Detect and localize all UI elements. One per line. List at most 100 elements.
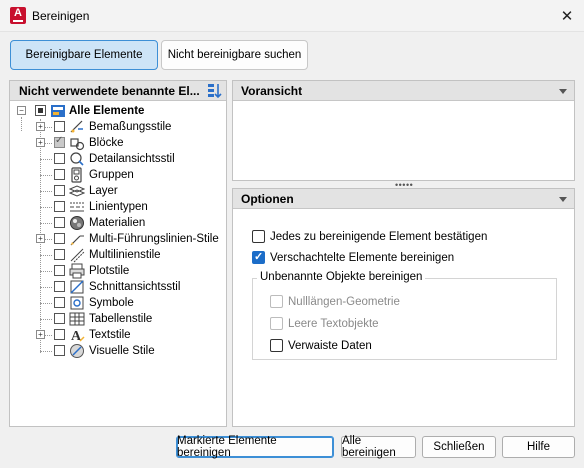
tree-item-label: Visuelle Stile: [89, 345, 155, 357]
tab-find-non-purgeable-label: Nicht bereinigbare suchen: [167, 49, 302, 61]
tree-item[interactable]: Tabellenstile: [10, 311, 226, 327]
zero-length-option: Nulllängen-Geometrie: [270, 295, 400, 308]
tab-find-non-purgeable[interactable]: Nicht bereinigbare suchen: [161, 40, 308, 70]
tree-item[interactable]: Symbole: [10, 295, 226, 311]
options-panel-header[interactable]: Optionen: [233, 189, 574, 209]
tree-item-checkbox[interactable]: [54, 121, 65, 132]
tree-root-checkbox[interactable]: [35, 105, 46, 116]
tree-item-checkbox[interactable]: [54, 233, 65, 244]
tree-item[interactable]: + Blöcke: [10, 135, 226, 151]
nested-items-option[interactable]: Verschachtelte Elemente bereinigen: [252, 250, 455, 264]
nested-items-checkbox[interactable]: [252, 250, 265, 264]
tab-purgeable-items-label: Bereinigbare Elemente: [25, 49, 143, 61]
tree-item-label: Textstile: [89, 329, 131, 341]
preview-panel: Voransicht: [232, 80, 575, 181]
orphaned-data-label: Verwaiste Daten: [288, 339, 372, 352]
close-button[interactable]: Schließen: [422, 436, 496, 458]
section-view-style-icon: [69, 279, 85, 295]
tree-item[interactable]: Materialien: [10, 215, 226, 231]
close-window-button[interactable]: ✕: [550, 0, 584, 32]
nested-items-label: Verschachtelte Elemente bereinigen: [270, 251, 455, 264]
tab-purgeable-items[interactable]: Bereinigbare Elemente: [10, 40, 158, 70]
preview-panel-title: Voransicht: [241, 84, 303, 98]
tree-item-label: Materialien: [89, 217, 146, 229]
help-button[interactable]: Hilfe: [502, 436, 575, 458]
tree-item[interactable]: Layer: [10, 183, 226, 199]
tree-root[interactable]: − Alle Elemente: [10, 103, 226, 119]
tree-item-label: Bemaßungsstile: [89, 121, 172, 133]
expand-icon[interactable]: +: [36, 330, 45, 339]
tree-item-label: Multilinienstile: [89, 249, 161, 261]
zero-length-label: Nulllängen-Geometrie: [288, 295, 400, 308]
sort-icon[interactable]: [207, 83, 223, 99]
block-icon: [69, 135, 85, 151]
tree-item[interactable]: + Bemaßungsstile: [10, 119, 226, 135]
tree-item-label: Symbole: [89, 297, 134, 309]
chevron-down-icon: [559, 197, 567, 202]
tree-item[interactable]: Multilinienstile: [10, 247, 226, 263]
tree-item-checkbox[interactable]: [54, 249, 65, 260]
unnamed-objects-group-title: Unbenannte Objekte bereinigen: [257, 271, 426, 283]
tree-item-label: Linientypen: [89, 201, 148, 213]
detail-view-style-icon: [69, 151, 85, 167]
purge-checked-label: Markierte Elemente bereinigen: [177, 435, 277, 459]
collapse-icon[interactable]: −: [17, 106, 26, 115]
plot-style-icon: [69, 263, 85, 279]
tree-item[interactable]: Detailansichtsstil: [10, 151, 226, 167]
purge-all-button[interactable]: Alle bereinigen: [341, 435, 416, 459]
confirm-each-label: Jedes zu bereinigende Element bestätigen: [270, 230, 488, 243]
expand-icon[interactable]: +: [36, 138, 45, 147]
tree-item-label: Multi-Führungslinien-Stile: [89, 233, 219, 245]
tree-item[interactable]: Linientypen: [10, 199, 226, 215]
tree-item-checkbox[interactable]: [54, 281, 65, 292]
tree-item-checkbox[interactable]: [54, 313, 65, 324]
visual-style-icon: [69, 343, 85, 359]
linetype-icon: [69, 199, 85, 215]
tree-item-checkbox[interactable]: [54, 217, 65, 228]
all-items-icon: [50, 103, 66, 119]
tree-item-checkbox[interactable]: [54, 153, 65, 164]
named-items-panel: Nicht verwendete benannte El... − Alle E…: [9, 80, 227, 427]
tree-item-label: Detailansichtsstil: [89, 153, 175, 165]
tree-item-checkbox[interactable]: [54, 329, 65, 340]
confirm-each-option[interactable]: Jedes zu bereinigende Element bestätigen: [252, 230, 487, 243]
tree-item-checkbox[interactable]: [54, 169, 65, 180]
tree-item[interactable]: Gruppen: [10, 167, 226, 183]
tree-item-label: Blöcke: [89, 137, 124, 149]
multileader-style-icon: [69, 231, 85, 247]
tree-item-label: Tabellenstile: [89, 313, 153, 325]
tree-item-checkbox[interactable]: [54, 185, 65, 196]
empty-text-checkbox: [270, 317, 283, 330]
tree-item-checkbox[interactable]: [54, 201, 65, 212]
expand-icon[interactable]: +: [36, 234, 45, 243]
tree-item-checkbox[interactable]: [54, 265, 65, 276]
named-items-panel-title: Nicht verwendete benannte El...: [19, 84, 200, 98]
purge-all-label: Alle bereinigen: [342, 435, 396, 459]
tree-item-checkbox[interactable]: [54, 135, 65, 148]
autocad-app-icon: A: [10, 7, 26, 24]
tree-item[interactable]: Plotstile: [10, 263, 226, 279]
confirm-each-checkbox[interactable]: [252, 230, 265, 243]
preview-panel-header[interactable]: Voransicht: [233, 81, 574, 101]
empty-text-option: Leere Textobjekte: [270, 317, 379, 330]
orphaned-data-option[interactable]: Verwaiste Daten: [270, 339, 372, 352]
tree-item-label: Gruppen: [89, 169, 134, 181]
tree-item[interactable]: + Multi-Führungslinien-Stile: [10, 231, 226, 247]
expand-icon[interactable]: +: [36, 122, 45, 131]
material-icon: [69, 215, 85, 231]
table-style-icon: [69, 311, 85, 327]
text-style-icon: A: [69, 327, 85, 344]
tree-item[interactable]: + A Textstile: [10, 327, 226, 344]
tree-item-label: Plotstile: [89, 265, 130, 277]
tree-item-checkbox[interactable]: [54, 345, 65, 356]
tree-item[interactable]: Schnittansichtsstil: [10, 279, 226, 295]
purge-checked-button[interactable]: Markierte Elemente bereinigen: [176, 435, 334, 459]
title-bar: A Bereinigen ✕: [0, 0, 584, 32]
window-title: Bereinigen: [32, 9, 90, 23]
tree-item[interactable]: Visuelle Stile: [10, 343, 226, 359]
group-icon: [69, 167, 85, 183]
orphaned-data-checkbox[interactable]: [270, 339, 283, 352]
empty-text-label: Leere Textobjekte: [288, 317, 379, 330]
tree-item-label: Layer: [89, 185, 118, 197]
tree-item-checkbox[interactable]: [54, 297, 65, 308]
